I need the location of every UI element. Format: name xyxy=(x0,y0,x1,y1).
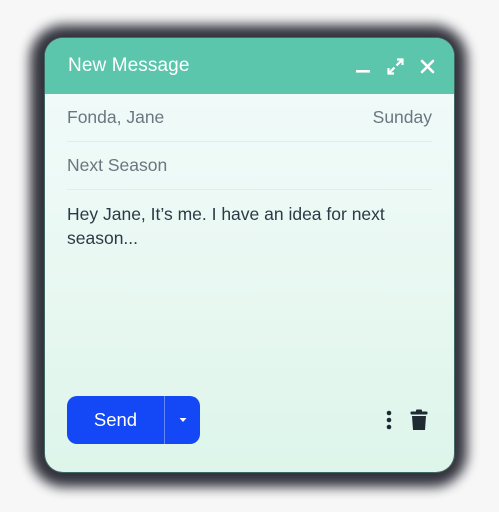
message-date: Sunday xyxy=(372,107,432,127)
send-button-group: Send xyxy=(67,396,200,444)
send-button[interactable]: Send xyxy=(67,396,165,444)
expand-icon[interactable] xyxy=(386,57,404,75)
recipient-row[interactable]: Fonda, Jane Sunday xyxy=(67,94,432,142)
stage: New Message Fonda, Jane Sunday Next Seas… xyxy=(0,0,499,512)
more-vertical-icon[interactable] xyxy=(386,410,392,430)
caret-down-icon xyxy=(179,418,186,422)
new-message-window: New Message Fonda, Jane Sunday Next Seas… xyxy=(45,38,454,472)
compose-footer: Send xyxy=(67,396,432,444)
subject-row[interactable]: Next Season xyxy=(67,142,432,190)
message-body[interactable]: Hey Jane, It’s me. I have an idea for ne… xyxy=(67,202,397,250)
minimize-icon[interactable] xyxy=(354,57,372,75)
send-options-button[interactable] xyxy=(165,396,200,444)
close-icon[interactable] xyxy=(418,57,436,75)
recipient-name[interactable]: Fonda, Jane xyxy=(67,107,373,128)
title-bar: New Message xyxy=(45,38,454,94)
trash-icon[interactable] xyxy=(410,409,428,431)
title-actions xyxy=(354,57,436,75)
subject-field[interactable]: Next Season xyxy=(67,155,432,176)
footer-actions xyxy=(386,409,432,431)
window-title: New Message xyxy=(68,55,190,76)
